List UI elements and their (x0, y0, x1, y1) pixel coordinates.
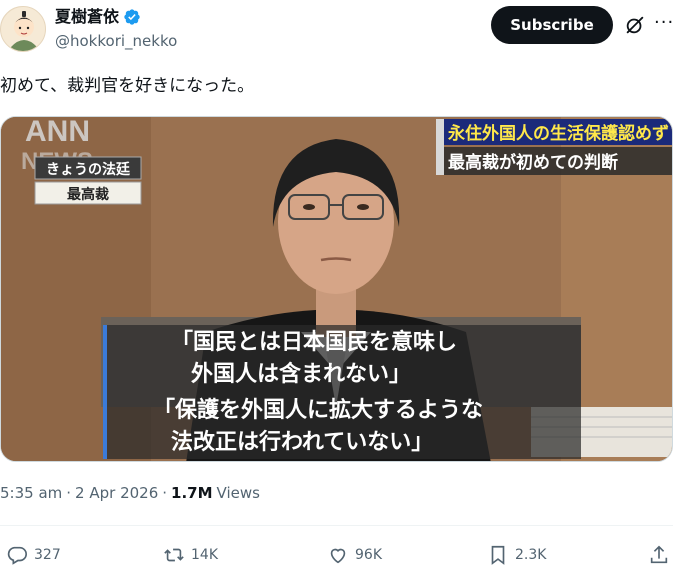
meta-separator: · (66, 484, 72, 502)
caption-line2: 外国人は含まれない」 (191, 361, 411, 387)
divider (0, 525, 673, 526)
like-count: 96K (355, 547, 382, 563)
views-count: 1.7M (171, 484, 213, 502)
bookmark-button[interactable]: 2.3K (487, 544, 546, 566)
avatar[interactable] (0, 6, 46, 52)
tweet-media-image[interactable]: ANN NEWS きょうの法廷 最高裁 永住外国人の生活保護認めず 最高裁が初め… (0, 116, 673, 462)
bookmark-icon (491, 545, 505, 565)
ann-watermark: ANN (25, 117, 90, 148)
reply-icon (7, 546, 27, 565)
verified-badge-icon (124, 9, 140, 25)
views-label: Views (216, 484, 260, 502)
subscribe-button[interactable]: Subscribe (491, 6, 613, 44)
headline-line2: 最高裁が初めての判断 (448, 152, 618, 173)
display-name[interactable]: 夏樹蒼依 (55, 7, 119, 27)
caption-line4: 法改正は行われていない」 (171, 429, 433, 455)
repost-count: 14K (191, 547, 218, 563)
like-button[interactable]: 96K (327, 544, 382, 566)
tweet-text: 初めて、裁判官を好きになった。 (0, 76, 255, 96)
reply-button[interactable]: 327 (6, 544, 61, 566)
repost-icon (164, 548, 184, 562)
meta-separator: · (162, 484, 168, 502)
caption-line1: 「国民とは日本国民を意味し (171, 329, 457, 355)
repost-button[interactable]: 14K (163, 544, 218, 566)
headline-line1: 永住外国人の生活保護認めず (447, 123, 669, 144)
share-icon (650, 545, 668, 564)
tweet-meta: 5:35 am · 2 Apr 2026 · 1.7M Views (0, 484, 260, 502)
tweet-date[interactable]: 2 Apr 2026 (75, 484, 158, 502)
like-icon (330, 548, 346, 564)
more-icon[interactable]: ··· (654, 12, 673, 33)
reply-count: 327 (34, 547, 61, 563)
author-handle[interactable]: @hokkori_nekko (55, 32, 177, 50)
court-label: 最高裁 (67, 186, 109, 203)
action-bar: 327 14K 96K 2.3K (0, 540, 673, 576)
name-row: 夏樹蒼依 (55, 7, 141, 27)
program-label: きょうの法廷 (46, 161, 131, 178)
share-button[interactable] (648, 544, 670, 566)
grok-icon[interactable] (624, 14, 646, 36)
tweet-time[interactable]: 5:35 am (0, 484, 62, 502)
tweet-header: 夏樹蒼依 @hokkori_nekko Subscribe ··· (0, 0, 673, 64)
caption-line3: 「保護を外国人に拡大するような (153, 397, 483, 423)
bookmark-count: 2.3K (515, 547, 547, 563)
